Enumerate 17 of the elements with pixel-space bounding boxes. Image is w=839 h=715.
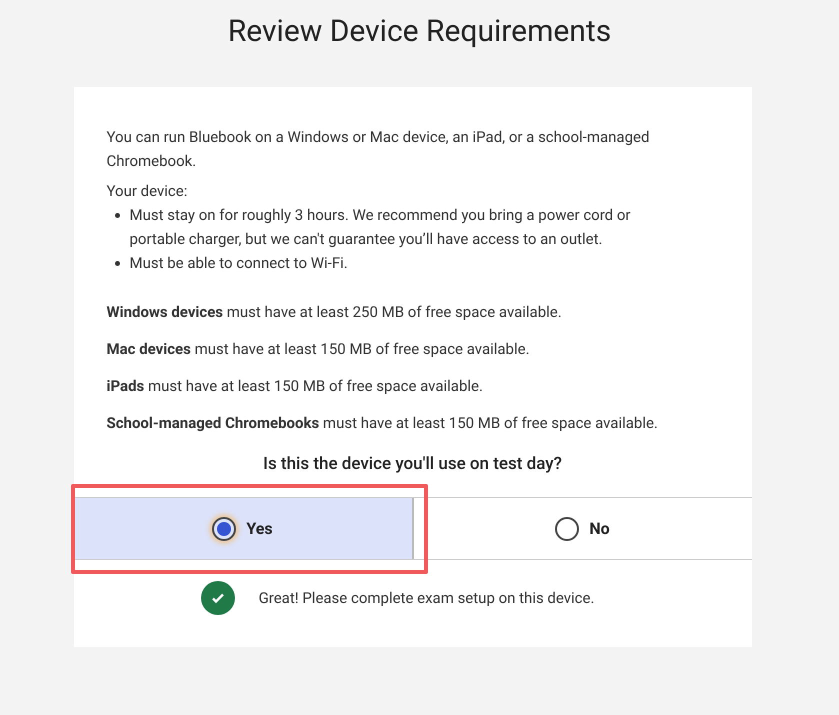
- question-text: Is this the device you'll use on test day?: [262, 453, 563, 476]
- bullet-icon: [114, 213, 120, 218]
- space-requirement: Windows devices must have at least 250 MB of free space available.: [106, 302, 563, 323]
- space-requirement: iPads must have at least 150 MB of free space available.: [106, 376, 484, 397]
- confirmation-text: Great! Please complete exam setup on this device.: [258, 588, 594, 609]
- requirement-text: Must be able to connect to Wi-Fi.: [130, 253, 349, 274]
- intro-text: You can run Bluebook on a Windows or Mac device, an iPad, or a school-managed Chromebook.: [106, 127, 650, 172]
- bullet-icon: [114, 261, 120, 266]
- space-requirement: School-managed Chromebooks must have at least 150 MB of free space available.: [106, 413, 659, 434]
- requirement-text: Must stay on for roughly 3 hours. We recommend you bring a power cord or portable charger, but we can't guarantee you’ll have access to an outlet.: [130, 205, 632, 250]
- device-heading: Your device:: [106, 181, 188, 202]
- radio-icon: [212, 516, 236, 540]
- option-button[interactable]: Yes: [74, 498, 414, 559]
- check-icon: [200, 581, 235, 615]
- page-title: Review Device Requirements: [228, 13, 612, 51]
- space-requirement: Mac devices must have at least 150 MB of free space available.: [106, 339, 531, 360]
- radio-icon: [555, 516, 580, 540]
